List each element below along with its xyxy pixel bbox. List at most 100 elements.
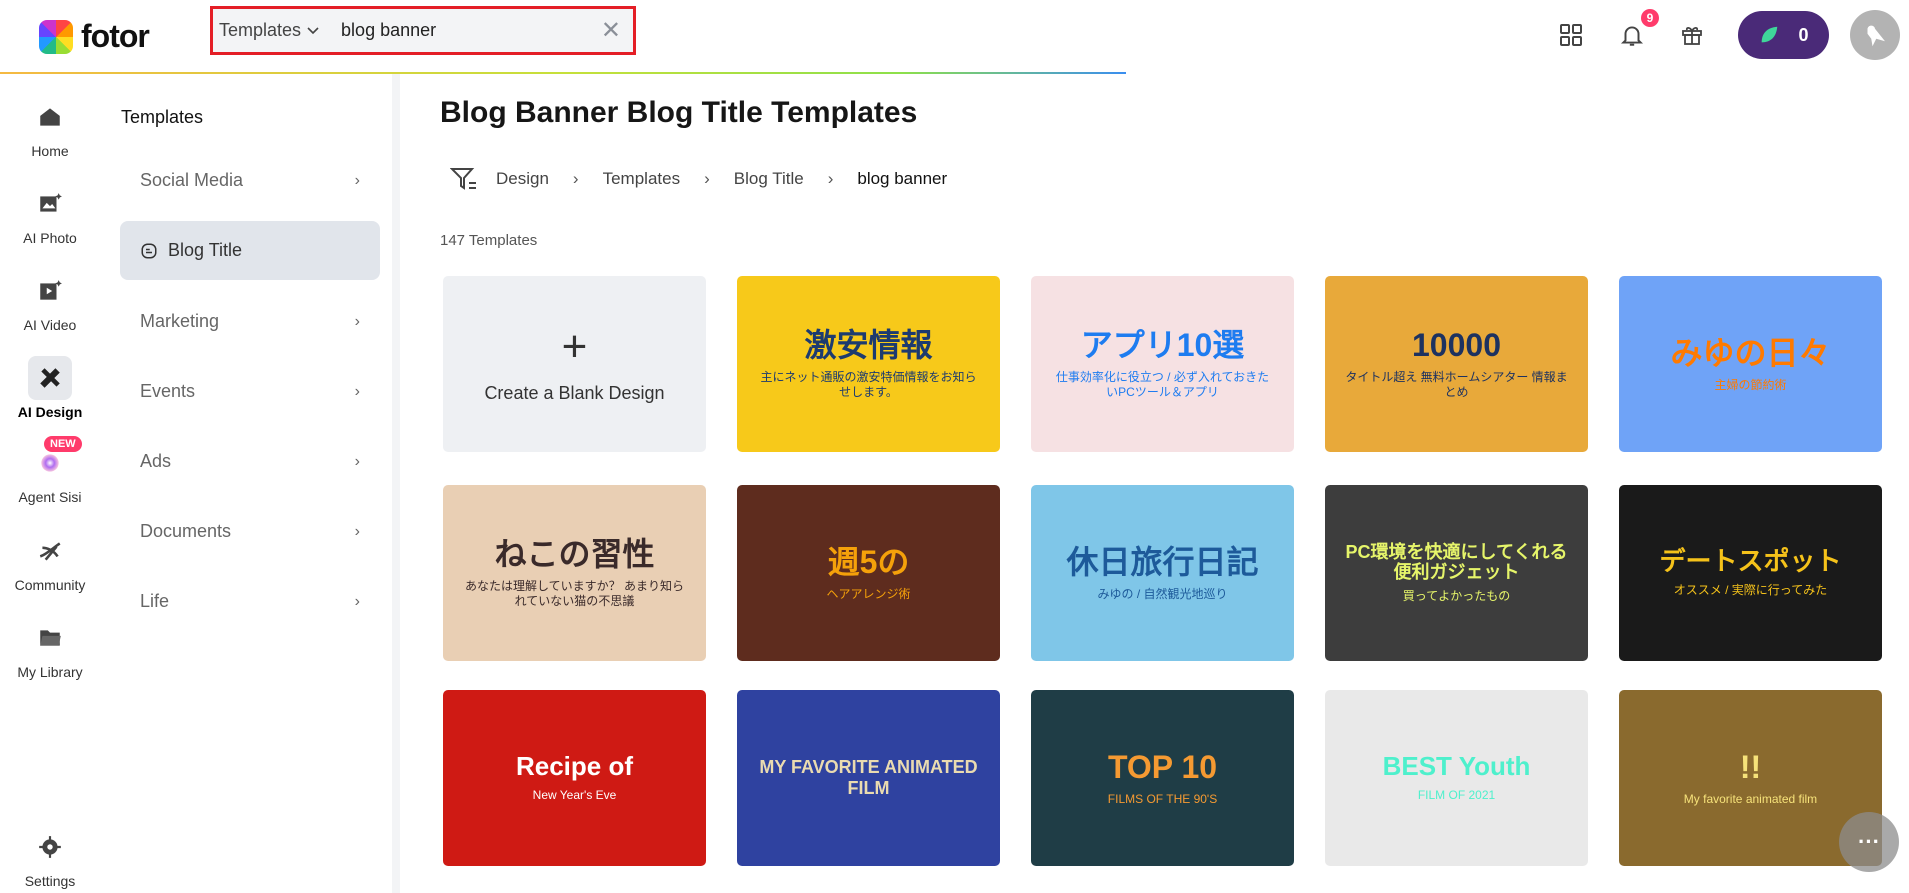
template-subtitle: FILM OF 2021: [1417, 788, 1496, 803]
blog-icon: [141, 243, 157, 258]
nav-label: Home: [31, 143, 69, 159]
chevron-right-icon: ›: [354, 312, 360, 330]
breadcrumb-design[interactable]: Design: [496, 169, 549, 189]
chevron-right-icon: ›: [354, 452, 360, 470]
nav-label: AI Photo: [23, 230, 77, 246]
template-subtitle: 仕事効率化に役立つ / 必ず入れておきたいPCツール＆アプリ: [1055, 369, 1270, 400]
template-card[interactable]: みゆの日々主婦の節約術: [1619, 276, 1882, 452]
breadcrumb-current: blog banner: [857, 169, 948, 188]
search-bar: Templates ✕: [210, 6, 636, 55]
template-subtitle: みゆの / 自然観光地巡り: [1097, 586, 1228, 601]
template-subtitle: My favorite animated film: [1683, 791, 1818, 806]
chevron-right-icon: ›: [704, 169, 710, 188]
bell-icon[interactable]: [1617, 20, 1647, 50]
chevron-right-icon: ›: [354, 592, 360, 610]
plus-icon: +: [561, 321, 588, 371]
nav-home[interactable]: Home: [0, 95, 100, 159]
template-card[interactable]: MY FAVORITE ANIMATED FILM: [737, 690, 1000, 866]
category-label: Social Media: [140, 170, 244, 190]
user-avatar[interactable]: [1850, 10, 1900, 60]
template-title: PC環境を快適にしてくれる便利ガジェット: [1345, 541, 1568, 583]
template-subtitle: FILMS OF THE 90'S: [1107, 791, 1218, 806]
template-title: みゆの日々: [1670, 334, 1831, 371]
template-card[interactable]: アプリ10選 仕事効率化に役立つ / 必ず入れておきたいPCツール＆アプリ: [1031, 276, 1294, 452]
category-label: Marketing: [140, 311, 220, 331]
category-marketing[interactable]: Marketing ›: [120, 292, 380, 351]
template-card[interactable]: ねこの習性 あなたは理解していますか？ あまり知られていない猫の不思議: [443, 485, 706, 661]
breadcrumb-templates[interactable]: Templates: [603, 169, 680, 189]
template-subtitle: 買ってよかったもの: [1402, 588, 1511, 603]
breadcrumb-blog-title[interactable]: Blog Title: [734, 169, 804, 189]
template-count: 147 Templates: [440, 232, 538, 249]
nav-label: Community: [14, 577, 86, 593]
nav-ai-video[interactable]: AI Video: [0, 269, 100, 333]
template-card[interactable]: 休日旅行日記みゆの / 自然観光地巡り: [1031, 485, 1294, 661]
template-card[interactable]: Recipe of New Year's Eve: [443, 690, 706, 866]
filter-icon[interactable]: [450, 166, 478, 192]
template-subtitle: New Year's Eve: [532, 788, 617, 803]
gift-icon[interactable]: [1677, 20, 1707, 50]
nav-label: Agent Sisi: [18, 489, 82, 505]
search-input[interactable]: [341, 20, 601, 41]
template-card[interactable]: 激安情報主にネット通販の激安特価情報をお知らせします。: [737, 276, 1000, 452]
template-title: 激安情報: [804, 327, 933, 363]
home-icon: [28, 95, 72, 139]
category-blog-title[interactable]: Blog Title: [120, 221, 380, 280]
ai-photo-icon: [28, 182, 72, 226]
bird-icon: [1867, 25, 1885, 47]
nav-label: AI Design: [17, 404, 83, 420]
ai-design-icon: [28, 356, 72, 400]
template-title: 週5の: [827, 543, 910, 580]
chevron-down-icon: [307, 26, 319, 34]
credits-button[interactable]: 0: [1738, 11, 1829, 59]
notification-badge: 9: [1641, 9, 1659, 27]
template-title: !!: [1739, 748, 1762, 785]
ai-video-icon: [28, 269, 72, 313]
category-ads[interactable]: Ads ›: [120, 432, 380, 491]
more-options-button[interactable]: ···: [1839, 812, 1899, 872]
template-title: デートスポット: [1659, 546, 1842, 577]
template-title: ねこの習性: [494, 536, 655, 572]
template-card[interactable]: デートスポットオススメ / 実際に行ってみた: [1619, 485, 1882, 661]
nav-ai-photo[interactable]: AI Photo: [0, 182, 100, 246]
template-card[interactable]: TOP 10 FILMS OF THE 90'S: [1031, 690, 1294, 866]
chevron-right-icon: ›: [827, 169, 834, 188]
template-card[interactable]: PC環境を快適にしてくれる便利ガジェット買ってよかったもの: [1325, 485, 1588, 661]
template-title: 休日旅行日記: [1066, 543, 1259, 580]
template-card[interactable]: 週5の ヘアアレンジ術: [737, 485, 1000, 661]
search-scope-dropdown[interactable]: Templates: [219, 20, 319, 41]
template-subtitle: オススメ / 実際に行ってみた: [1673, 583, 1828, 598]
nav-community[interactable]: Community: [0, 529, 100, 593]
category-events[interactable]: Events ›: [120, 362, 380, 421]
template-subtitle: 主婦の節約術: [1714, 377, 1787, 392]
template-card[interactable]: BEST Youth FILM OF 2021: [1325, 690, 1588, 866]
credits-count: 0: [1798, 24, 1809, 45]
nav-ai-design[interactable]: AI Design: [0, 356, 100, 420]
template-title: 10000: [1412, 327, 1501, 363]
category-social-media[interactable]: Social Media ›: [120, 151, 380, 210]
leaf-icon: [1762, 26, 1778, 43]
template-subtitle: 主にネット通販の激安特価情報をお知らせします。: [760, 369, 977, 400]
breadcrumb: Design › Templates › Blog Title › blog b…: [450, 166, 947, 192]
logo-text: fotor: [81, 18, 150, 54]
nav-label: Settings: [24, 873, 76, 889]
clear-search-icon[interactable]: ✕: [601, 16, 621, 45]
search-scope-label: Templates: [219, 20, 302, 40]
create-blank-design-button[interactable]: + Create a Blank Design: [443, 276, 706, 452]
template-title: Recipe of: [515, 751, 634, 782]
apps-grid-icon[interactable]: [1556, 20, 1586, 50]
template-card[interactable]: 10000 タイトル超え 無料ホームシアター 情報まとめ: [1325, 276, 1588, 452]
nav-my-library[interactable]: My Library: [0, 616, 100, 680]
category-documents[interactable]: Documents ›: [120, 502, 380, 561]
template-title: MY FAVORITE ANIMATED FILM: [759, 757, 978, 798]
category-label: Events: [140, 381, 196, 401]
chevron-right-icon: ›: [572, 169, 579, 188]
panel-heading: Templates: [121, 107, 204, 127]
category-life[interactable]: Life ›: [120, 572, 380, 631]
nav-label: My Library: [17, 664, 83, 680]
create-blank-label: Create a Blank Design: [484, 382, 665, 403]
fotor-logo[interactable]: fotor: [39, 18, 150, 55]
nav-label: AI Video: [23, 317, 77, 333]
folder-icon: [28, 616, 72, 660]
nav-settings[interactable]: Settings: [0, 825, 100, 889]
